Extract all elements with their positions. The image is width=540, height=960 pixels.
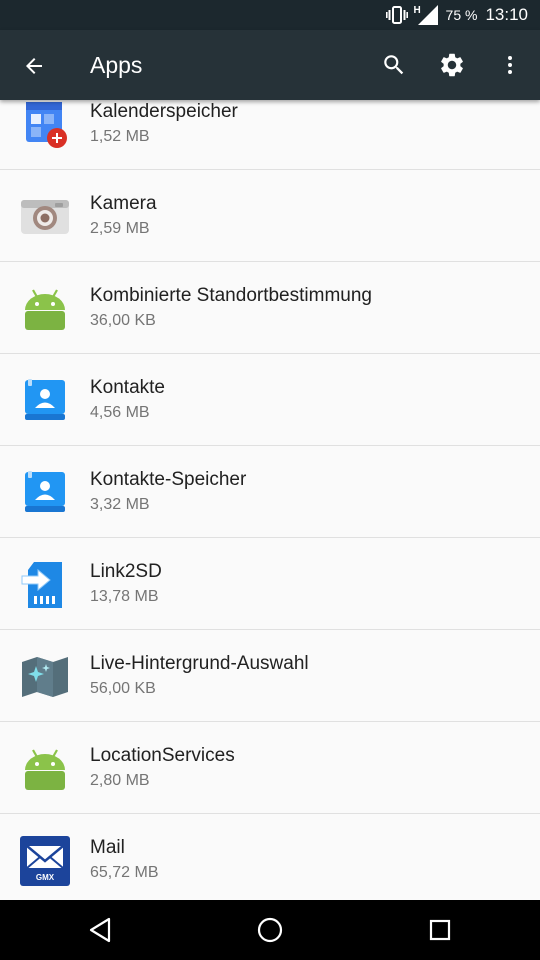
- nav-home-button[interactable]: [254, 914, 286, 946]
- settings-gear-icon: [441, 53, 463, 77]
- app-name: Kontakte-Speicher: [90, 469, 247, 490]
- gmx-logo-text: GMX: [35, 873, 55, 882]
- contacts-storage-icon: [20, 468, 70, 518]
- sd-card-icon: [20, 560, 70, 610]
- contacts-icon: [20, 376, 70, 426]
- network-type-label: H: [413, 5, 421, 16]
- list-item[interactable]: Kontakte 4,56 MB: [0, 354, 540, 446]
- gmx-mail-icon: GMX: [20, 836, 70, 886]
- calendar-storage-icon: [20, 100, 70, 150]
- app-list: Kalenderspeicher 1,52 MB Kamera 2,59 MB: [0, 100, 540, 900]
- more-options-button[interactable]: [494, 49, 526, 81]
- list-item[interactable]: Kombinierte Standortbestimmung 36,00 KB: [0, 262, 540, 354]
- android-icon: [20, 744, 70, 794]
- app-name: Kombinierte Standortbestimmung: [90, 285, 372, 306]
- back-arrow-icon: [26, 58, 42, 74]
- battery-percentage: 75 %: [445, 7, 478, 23]
- nav-back-button[interactable]: [84, 914, 116, 946]
- list-item[interactable]: Kontakte-Speicher 3,32 MB: [0, 446, 540, 538]
- app-size: 2,80 MB: [90, 772, 150, 789]
- app-size: 4,56 MB: [90, 404, 150, 421]
- app-name: LocationServices: [90, 745, 235, 766]
- app-name: Kontakte: [90, 377, 165, 398]
- app-size: 2,59 MB: [90, 220, 150, 237]
- app-name: Link2SD: [90, 561, 162, 582]
- app-size: 65,72 MB: [90, 864, 159, 881]
- app-name: Kalenderspeicher: [90, 101, 238, 122]
- app-bar: Apps: [0, 30, 540, 100]
- list-item[interactable]: GMX Mail 65,72 MB: [0, 814, 540, 900]
- android-icon: [20, 284, 70, 334]
- app-size: 13,78 MB: [90, 588, 159, 605]
- live-wallpaper-map-icon: [20, 652, 70, 702]
- app-size: 36,00 KB: [90, 312, 156, 329]
- back-triangle-icon: [89, 917, 111, 943]
- app-name: Live-Hintergrund-Auswahl: [90, 653, 309, 674]
- page-title: Apps: [90, 52, 143, 78]
- list-item[interactable]: Kalenderspeicher 1,52 MB: [0, 100, 540, 170]
- list-item[interactable]: Link2SD 13,78 MB: [0, 538, 540, 630]
- app-size: 1,52 MB: [90, 128, 150, 145]
- navigation-bar: [0, 900, 540, 960]
- nav-recents-button[interactable]: [424, 914, 456, 946]
- app-name: Kamera: [90, 193, 157, 214]
- vibrate-icon: [385, 6, 408, 24]
- camera-icon: [20, 192, 70, 242]
- signal-icon: H: [413, 5, 438, 25]
- recents-square-icon: [429, 919, 451, 941]
- app-name: Mail: [90, 837, 125, 858]
- back-arrow-button[interactable]: [18, 50, 50, 82]
- search-button[interactable]: [378, 49, 410, 81]
- list-item[interactable]: Live-Hintergrund-Auswahl 56,00 KB: [0, 630, 540, 722]
- app-size: 56,00 KB: [90, 680, 156, 697]
- search-icon: [384, 55, 404, 75]
- status-bar: H 75 % 13:10: [0, 0, 540, 30]
- list-item[interactable]: LocationServices 2,80 MB: [0, 722, 540, 814]
- clock: 13:10: [485, 5, 528, 24]
- app-size: 3,32 MB: [90, 496, 150, 513]
- more-vert-icon: [508, 56, 512, 74]
- home-circle-icon: [257, 917, 283, 943]
- list-item[interactable]: Kamera 2,59 MB: [0, 170, 540, 262]
- settings-button[interactable]: [436, 49, 468, 81]
